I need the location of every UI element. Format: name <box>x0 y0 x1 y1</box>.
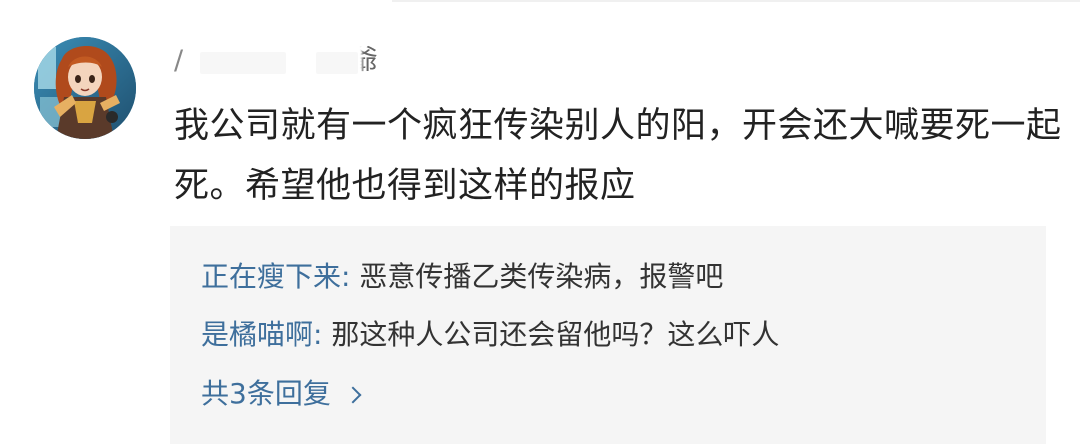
reply-author[interactable]: 是橘喵啊 <box>201 318 313 351</box>
username[interactable]: / :爺 <box>174 42 434 82</box>
username-redaction-shadow <box>316 52 358 74</box>
more-replies-label: 共3条回复 <box>201 377 331 410</box>
chevron-right-icon <box>344 386 362 404</box>
reply-item[interactable]: 正在瘦下来: 恶意传播乙类传染病，报警吧 <box>201 257 723 297</box>
reply-text: 那这种人公司还会留他吗？这么吓人 <box>331 318 780 351</box>
reply-separator: : <box>313 318 332 351</box>
reply-text: 恶意传播乙类传染病，报警吧 <box>359 260 724 293</box>
avatar[interactable] <box>34 37 136 139</box>
reply-author[interactable]: 正在瘦下来 <box>201 260 341 293</box>
username-redaction-shadow <box>200 52 286 74</box>
reply-separator: : <box>341 260 360 293</box>
comment-text: 我公司就有一个疯狂传染别人的阳，开会还大喊要死一起死。希望他也得到这样的报应 <box>174 106 1062 206</box>
reply-box[interactable]: 正在瘦下来: 恶意传播乙类传染病，报警吧 是橘喵啊: 那这种人公司还会留他吗？这… <box>170 226 1046 444</box>
reply-item[interactable]: 是橘喵啊: 那这种人公司还会留他吗？这么吓人 <box>201 315 779 355</box>
more-replies-link[interactable]: 共3条回复 <box>201 374 362 414</box>
divider-top <box>392 0 1080 2</box>
